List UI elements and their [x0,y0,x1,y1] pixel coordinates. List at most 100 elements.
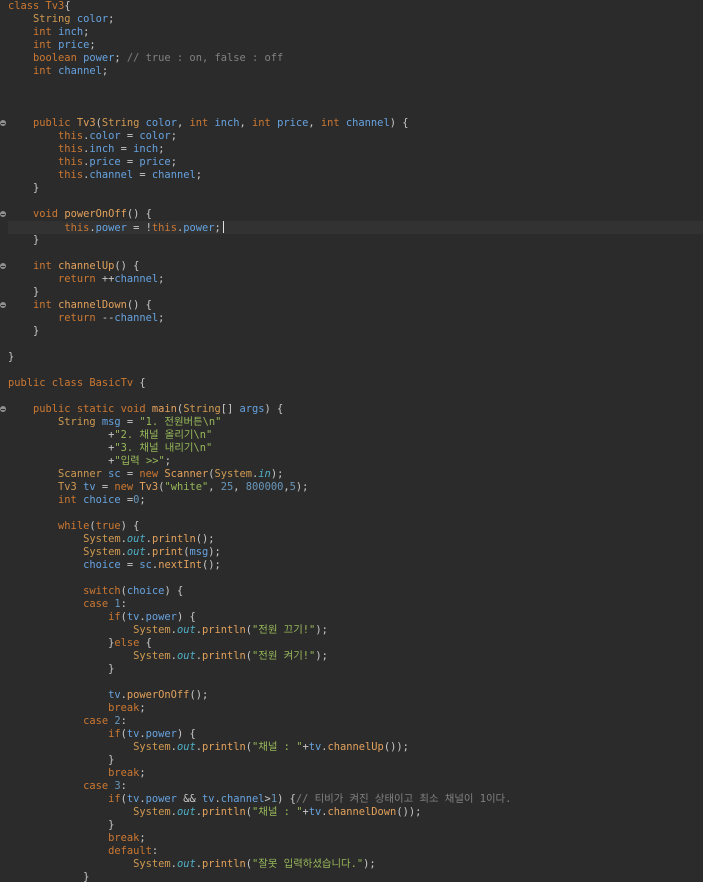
code-line[interactable]: if(tv.power) { [8,728,703,741]
code-token: ) { [164,585,184,597]
code-line[interactable]: this.price = price; [8,156,703,169]
code-token: out [176,741,196,753]
code-token: "채널 : " [252,741,303,753]
code-token: (); [201,559,221,571]
code-token: + [8,455,115,467]
code-token: default [108,845,152,857]
code-line[interactable]: System.out.println("전원 켜기!"); [8,650,703,663]
code-line[interactable]: case 1: [8,598,703,611]
fold-collapse-icon[interactable] [0,263,6,269]
code-line[interactable]: break; [8,832,703,845]
code-token: power [183,222,215,234]
code-token: ; [158,273,165,285]
code-line[interactable]: int channelDown() { [0,299,703,312]
code-line[interactable]: case 2: [8,715,703,728]
code-line[interactable]: } [8,871,703,882]
fold-collapse-icon[interactable] [0,406,6,412]
code-token: = [133,169,152,181]
code-token: ; [139,494,146,506]
code-line[interactable]: return ++channel; [8,273,703,286]
fold-collapse-icon[interactable] [0,302,6,308]
code-token: break [108,702,140,714]
code-token: channel [345,117,390,129]
code-line[interactable]: System.out.print(msg); [8,546,703,559]
code-editor[interactable]: class Tv3{ String color; int inch; int p… [0,0,703,882]
code-token: ; [108,13,115,25]
code-line[interactable]: int choice =0; [8,494,703,507]
code-line[interactable]: Tv3 tv = new Tv3("white", 25, 800000,5); [8,481,703,494]
code-line[interactable]: } [8,182,703,195]
code-token: ; [170,156,177,168]
code-token: channel [58,65,102,77]
code-line[interactable]: if(tv.power) { [8,611,703,624]
code-token: out [126,546,146,558]
code-token: switch [83,585,121,597]
code-token: println [151,533,196,545]
code-line[interactable]: System.out.println("전원 끄기!"); [8,624,703,637]
code-line[interactable]: int channelUp() { [0,260,703,273]
code-line[interactable]: } [8,351,703,364]
code-line[interactable]: +"3. 채널 내리기\n" [8,442,703,455]
code-token: case [83,715,115,727]
fold-collapse-icon[interactable] [0,120,6,126]
code-line[interactable]: } [8,754,703,767]
code-token: Tv3 [45,0,65,12]
code-line[interactable]: +"입력 >>"; [8,455,703,468]
code-line[interactable]: tv.powerOnOff(); [8,689,703,702]
code-line[interactable]: }else { [8,637,703,650]
code-line[interactable]: public class BasicTv { [8,377,703,390]
code-line[interactable]: this.power = !this.power; [8,221,703,234]
code-line[interactable]: class Tv3{ [8,0,703,13]
code-line[interactable]: return --channel; [8,312,703,325]
code-line[interactable]: System.out.println("채널 : "+tv.channelDow… [8,806,703,819]
code-line[interactable]: +"2. 채널 올리기\n" [8,429,703,442]
code-line[interactable]: public Tv3(String color, int inch, int p… [0,117,703,130]
code-line[interactable]: String color; [8,13,703,26]
code-line[interactable]: this.color = color; [8,130,703,143]
code-token: color [145,117,177,129]
code-line[interactable]: choice = sc.nextInt(); [8,559,703,572]
code-line[interactable]: System.out.println(); [8,533,703,546]
code-line[interactable]: this.channel = channel; [8,169,703,182]
code-token: color [89,130,121,142]
code-line[interactable]: public static void main(String[] args) { [0,403,703,416]
fold-collapse-icon[interactable] [0,211,6,217]
code-line[interactable]: } [8,663,703,676]
code-token: tv [83,481,96,493]
code-token: int [58,494,84,506]
code-line[interactable]: while(true) { [8,520,703,533]
code-line[interactable]: } [8,286,703,299]
code-line[interactable]: break; [8,702,703,715]
code-line[interactable]: int price; [8,39,703,52]
code-token: = [120,156,140,168]
code-token: () { [126,299,152,311]
code-token: , [239,117,253,129]
code-line[interactable]: } [8,234,703,247]
code-line[interactable]: } [8,325,703,338]
code-line[interactable]: if(tv.power && tv.channel>1) {// 티비가 켜진 … [8,793,703,806]
code-token: } [8,351,15,363]
code-line[interactable]: String msg = "1. 전원버튼\n" [8,416,703,429]
code-line[interactable]: } [8,819,703,832]
code-line[interactable]: void powerOnOff() { [0,208,703,221]
code-line[interactable]: boolean power; // true : on, false : off [8,52,703,65]
code-token: ; [89,39,96,51]
code-line[interactable]: case 3: [8,780,703,793]
code-line[interactable]: this.inch = inch; [8,143,703,156]
code-line[interactable]: Scanner sc = new Scanner(System.in); [8,468,703,481]
code-token: println [201,806,246,818]
code-token: inch [89,143,115,155]
code-line[interactable]: switch(choice) { [8,585,703,598]
code-line[interactable]: System.out.println("잘못 입력하셨습니다."); [8,858,703,871]
code-token: price [139,156,171,168]
code-line[interactable]: default: [8,845,703,858]
code-line[interactable]: System.out.println("채널 : "+tv.channelUp(… [8,741,703,754]
code-token: choice [126,585,165,597]
code-line[interactable]: int inch; [8,26,703,39]
code-line[interactable]: break; [8,767,703,780]
code-line[interactable]: int channel; [8,65,703,78]
code-token: : [151,845,159,857]
